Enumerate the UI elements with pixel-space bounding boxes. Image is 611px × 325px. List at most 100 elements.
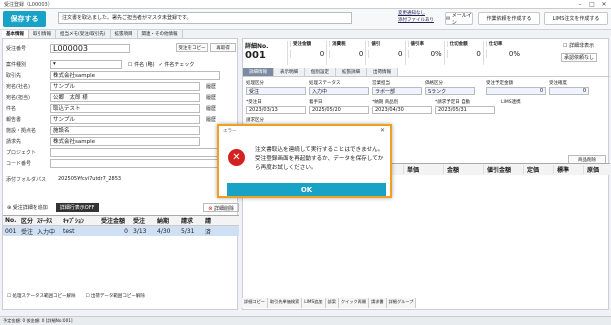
detail-group-button[interactable]: 詳細グループ [386,298,417,308]
quick-resume-button[interactable]: クイック再開 [338,298,370,308]
price-field: 価格区分 Sランク [425,80,475,95]
status-copy-label: 処理ステータス範囲コピー解除 [12,294,76,299]
case-select[interactable]: ▾ [50,59,122,69]
attn-history-button[interactable]: 履歴 [206,83,216,90]
lims-link[interactable]: LIMS連携 [501,99,521,105]
lims-add-button[interactable]: LIMS追加 [302,298,326,308]
minimize-button[interactable]: – [574,0,586,9]
col-standard: 標準 [553,165,583,174]
code-field[interactable] [50,158,220,168]
project-field[interactable] [50,147,220,157]
sum-amount-value: 0 [290,50,326,58]
sum-wholesale-value: 0 [446,50,483,58]
customer-price-button[interactable]: 取引先単価検索 [267,298,303,308]
name-check-button[interactable]: ✓ 件名チェック [159,61,195,68]
deliver-date-input[interactable]: 2023/04/30 [372,106,432,114]
title-bar: 受注登録（L00003） – □ ✕ [0,0,611,9]
customer-row: 取引先 株式会社sample [6,70,238,80]
maximize-button[interactable]: □ [586,0,598,9]
tab-memo[interactable]: 担当メモ(受注/取引先) [56,30,111,38]
change-notice-link[interactable]: 変更通知なし [398,10,425,16]
project-row: プロジェクト [6,147,238,157]
app-window: 受注登録（L00003） – □ ✕ 保存する 注文書を取込ました。署先ご担当者… [0,0,611,325]
col-discount: 値引金額 [483,165,523,174]
code-label: コード番号 [6,160,32,167]
name-check-checkbox[interactable]: ☐ 件名 (略) [128,61,155,68]
copy-detail-button[interactable]: 詳細コピー [242,298,268,308]
col-list: 定価 [523,165,553,174]
reissue-button[interactable]: 再取得 [210,43,236,52]
tab-detail-info[interactable]: 詳細情報 [243,68,274,76]
tab-ext-detail[interactable]: 拡張詳細 [336,68,367,76]
tab-individual[interactable]: 個別設定 [305,68,336,76]
tab-extended[interactable]: 拡張項目 [110,30,138,38]
product-link[interactable]: 商品別 [385,100,399,105]
subject-field[interactable]: 取込テスト [50,103,200,113]
tab-trade[interactable]: 取引情報 [29,30,56,38]
delete-detail-button[interactable]: ⊗ 詳細削除 [203,203,239,212]
hide-detail-checkbox[interactable]: ☐ 詳細非表示 [563,42,594,49]
person-history-button[interactable]: 履歴 [206,94,216,101]
report-field[interactable]: サンプル [50,114,200,124]
tab-shipping[interactable]: 出荷情報 [367,68,398,76]
attach-label: 添付フォルダパス [6,176,47,183]
billing-field[interactable]: 株式会社sample [50,136,200,146]
detail-no-value: 001 [245,50,266,61]
col-amount-r: 金額 [443,165,483,174]
order-date-input[interactable]: 2023/03/13 [246,106,306,114]
table-row[interactable]: 001 受注 入力中 test 0 3/13 4/30 5/31 済 [3,226,239,236]
cell-caption: test [63,227,75,235]
ship-copy-checkbox[interactable]: ☐ 出荷データ範囲コピー解除 [85,293,144,299]
attn-field[interactable]: サンプル [50,81,200,91]
mail-in-label: メールイン [451,12,472,26]
approval-status[interactable]: 承認依頼なし [561,53,598,62]
sum-discount-rate-value: 0% [407,50,444,58]
dialog-close-icon[interactable]: ✕ [380,127,385,134]
subject-history-button[interactable]: 履歴 [206,105,216,112]
facility-field[interactable]: 施設名 [50,125,200,135]
status-copy-checkbox[interactable]: ☐ 処理ステータス範囲コピー解除 [7,293,75,299]
department-button[interactable]: 部案 [325,298,339,308]
create-work-request-button[interactable]: 作業依頼を作成する [478,12,540,25]
person-field[interactable]: 公郷 太郎 様 [50,92,200,102]
sum-amount-label: 受注金額 [290,41,326,47]
name-check-label: 件名 (略) [134,61,155,68]
sales-select[interactable]: ラボ一部 [372,87,422,95]
col-order: 受注 [133,218,146,225]
tab-display[interactable]: 表示明細 [274,68,305,76]
price-select[interactable]: Sランク [425,87,475,95]
sum-amount: 受注金額 0 [287,41,326,65]
add-detail-button[interactable]: ⊕ 受注詳細を追加 [3,203,52,212]
kubun-select[interactable]: 受注 [246,87,306,95]
person-label: 宛名(担当) [6,94,30,101]
billing-row: 請求先 株式会社sample [6,136,238,146]
start-date-input[interactable]: 2025/05/20 [309,106,369,114]
close-button[interactable]: ✕ [598,0,610,9]
detail-show-off-toggle[interactable]: 詳細行表示OFF [55,203,99,212]
kubun-field: 処理区分 受注 [246,80,306,95]
dialog-title: エラー [223,129,237,134]
order-no-field[interactable]: L000003 [50,43,130,53]
report-history-button[interactable]: 履歴 [206,116,216,123]
tab-related[interactable]: 関連・その他情報 [137,30,183,38]
status-select[interactable]: 入力中 [309,87,369,95]
create-lims-order-button[interactable]: LIMS注文を作成する [544,12,608,25]
attachment-link[interactable]: 添付ファイルあり [398,17,434,23]
confirm-input[interactable]: 0 [549,87,589,95]
sum-discount-rate: 値引率 0% [404,41,444,65]
mail-in-button[interactable]: ✉ メールイン [445,12,473,26]
col-status: ｽﾃｰﾀｽ [37,218,53,225]
ok-button[interactable]: OK [227,183,386,196]
save-button[interactable]: 保存する [3,11,46,27]
delete-icon: ⊗ [208,206,213,212]
tab-basic[interactable]: 基本情報 [2,30,29,38]
attach-path: 202505¥fcvi7utdr7_2853 [58,176,122,182]
cell-due: 4/30 [157,227,171,235]
due-amount-input[interactable]: 0 [486,87,546,95]
bill-date-input[interactable]: 2023/05/31 [435,106,495,114]
auto-toggle[interactable]: 自動 [461,100,470,105]
invoice-button[interactable]: 請求書 [369,298,387,308]
customer-field[interactable]: 株式会社sample [50,70,220,80]
sum-discount-value: 0 [368,50,404,58]
copy-order-button[interactable]: 受注をコピー [176,43,208,52]
